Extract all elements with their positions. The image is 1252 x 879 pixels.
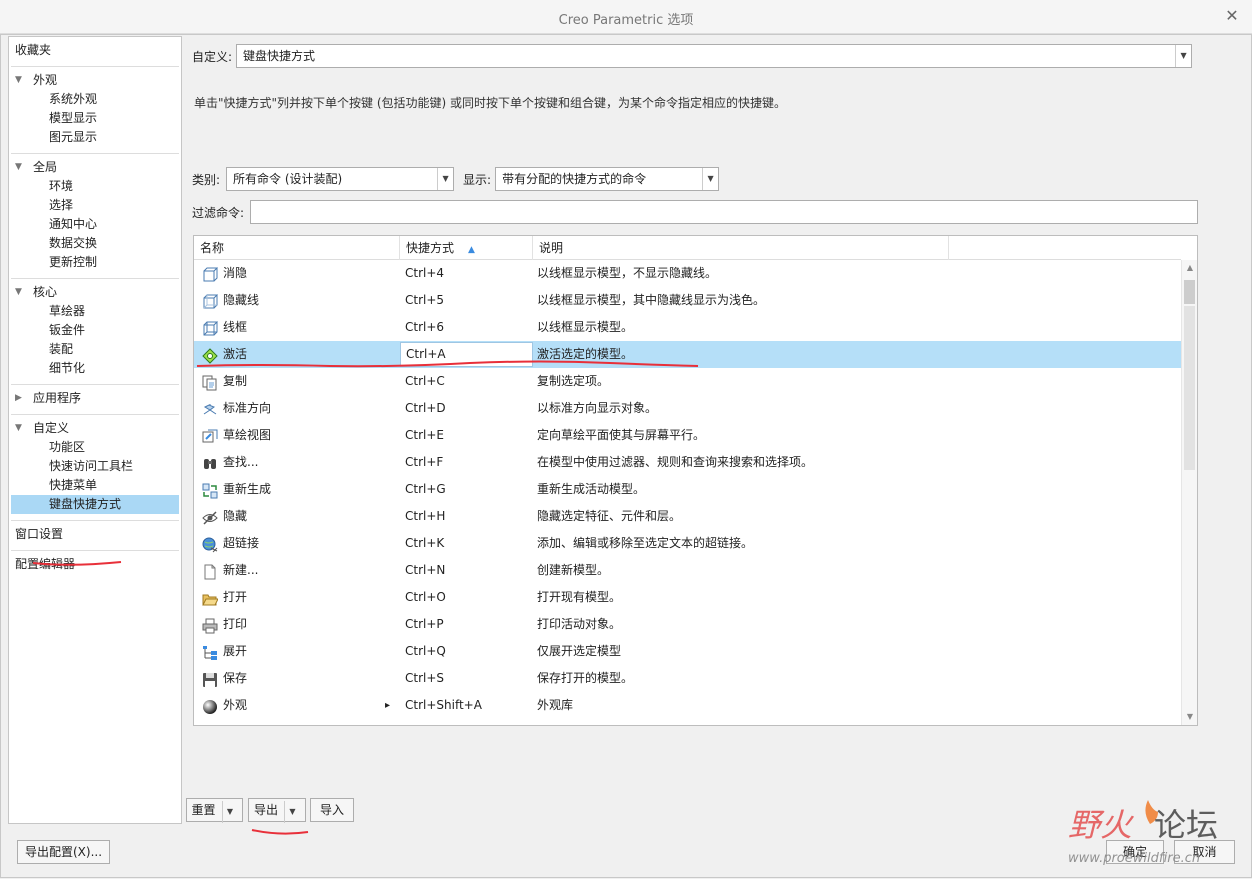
svg-text:论坛: 论坛: [1154, 806, 1218, 844]
annotation-underline-row: [196, 360, 699, 368]
watermark-logo: 野火 论坛 www.proewildfire.cn: [1068, 800, 1218, 866]
forum-watermark: 野火 论坛 www.proewildfire.cn: [1066, 792, 1246, 879]
annotation-underlines: [32, 360, 699, 835]
annotation-underline-export: [251, 829, 309, 835]
svg-text:www.proewildfire.cn: www.proewildfire.cn: [1068, 851, 1200, 866]
svg-text:野火: 野火: [1068, 806, 1135, 844]
annotation-underline-sidebar: [32, 561, 122, 566]
